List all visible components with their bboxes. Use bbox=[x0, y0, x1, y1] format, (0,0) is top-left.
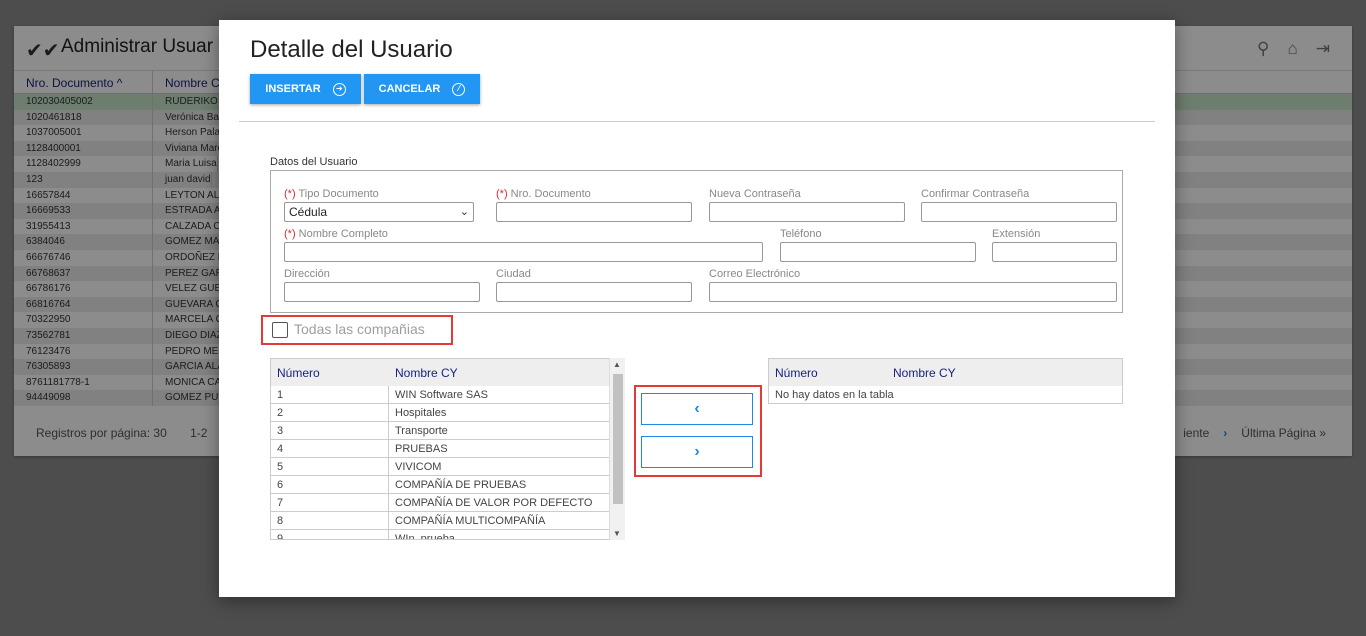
chevron-right-icon: › bbox=[694, 443, 700, 460]
table-row[interactable]: 2 Hospitales bbox=[271, 404, 624, 422]
cell-nombre-cy: WIn_prueba bbox=[395, 532, 455, 540]
confirmar-contrasena-input[interactable] bbox=[921, 202, 1117, 222]
section-label: Datos del Usuario bbox=[270, 156, 358, 168]
todas-companias-checkbox[interactable] bbox=[272, 322, 288, 338]
column-numero[interactable]: Número bbox=[271, 366, 389, 380]
confirmar-contrasena-label: Confirmar Contraseña bbox=[921, 188, 1030, 200]
arrow-circle-right-icon: ➜ bbox=[332, 82, 346, 96]
column-nombre-cy[interactable]: Nombre CY bbox=[893, 366, 956, 380]
available-companies-table: Número Nombre CY 1 WIN Software SAS 2 Hospi… bbox=[270, 358, 625, 540]
required-mark: (*) bbox=[284, 188, 296, 200]
nombre-completo-label-text: Nombre Completo bbox=[298, 228, 388, 240]
required-mark: (*) bbox=[496, 188, 508, 200]
user-detail-modal: Detalle del Usuario INSERTAR ➜ CANCELAR … bbox=[219, 20, 1175, 597]
table-row[interactable]: 9 WIn_prueba bbox=[271, 530, 624, 540]
cell-nombre-cy: WIN Software SAS bbox=[395, 388, 488, 401]
column-numero[interactable]: Número bbox=[769, 366, 893, 380]
assigned-companies-table: Número Nombre CY No hay datos en la tabl… bbox=[768, 358, 1123, 404]
cell-nombre-cy: COMPAÑÍA DE PRUEBAS bbox=[395, 478, 527, 491]
cell-numero: 6 bbox=[271, 476, 389, 493]
cell-numero: 2 bbox=[271, 404, 389, 421]
chevron-down-icon: ⌄ bbox=[459, 206, 469, 218]
nro-documento-label: (*) Nro. Documento bbox=[496, 188, 591, 200]
cell-numero: 8 bbox=[271, 512, 389, 529]
extension-label: Extensión bbox=[992, 228, 1041, 240]
todas-companias-highlight: Todas las compañias bbox=[261, 315, 453, 345]
ciudad-label: Ciudad bbox=[496, 268, 531, 280]
empty-table-message: No hay datos en la tabla bbox=[775, 389, 894, 401]
cell-numero: 9 bbox=[271, 530, 389, 539]
correo-input[interactable] bbox=[709, 282, 1117, 302]
insert-button-label: INSERTAR bbox=[265, 83, 321, 95]
table-row[interactable]: 3 Transporte bbox=[271, 422, 624, 440]
scroll-up-icon[interactable]: ▲ bbox=[613, 360, 621, 369]
cell-numero: 7 bbox=[271, 494, 389, 511]
block-icon: ⁄ bbox=[452, 82, 466, 96]
direccion-label: Dirección bbox=[284, 268, 330, 280]
scroll-down-icon[interactable]: ▼ bbox=[613, 529, 621, 538]
table-row[interactable]: 1 WIN Software SAS bbox=[271, 386, 624, 404]
direccion-input[interactable] bbox=[284, 282, 480, 302]
cell-numero: 1 bbox=[271, 386, 389, 403]
transfer-buttons-highlight: ‹ › bbox=[634, 385, 762, 477]
chevron-left-icon: ‹ bbox=[694, 400, 700, 417]
cell-nombre-cy: COMPAÑÍA DE VALOR POR DEFECTO bbox=[395, 496, 593, 509]
nro-documento-label-text: Nro. Documento bbox=[510, 188, 591, 200]
table-row[interactable]: 8 COMPAÑÍA MULTICOMPAÑÍA bbox=[271, 512, 624, 530]
assigned-table-header: Número Nombre CY bbox=[769, 359, 1122, 386]
correo-label: Correo Electrónico bbox=[709, 268, 801, 280]
todas-companias-label[interactable]: Todas las compañias bbox=[294, 321, 425, 337]
divider bbox=[239, 121, 1155, 122]
cell-nombre-cy: PRUEBAS bbox=[395, 442, 448, 455]
cell-nombre-cy: Transporte bbox=[395, 424, 448, 437]
available-table-header: Número Nombre CY bbox=[271, 359, 624, 386]
table-row[interactable]: 4 PRUEBAS bbox=[271, 440, 624, 458]
ciudad-input[interactable] bbox=[496, 282, 692, 302]
cell-numero: 3 bbox=[271, 422, 389, 439]
move-right-button[interactable]: › bbox=[641, 436, 753, 468]
nro-documento-input[interactable] bbox=[496, 202, 692, 222]
extension-input[interactable] bbox=[992, 242, 1117, 262]
tipo-documento-select[interactable]: Cédula ⌄ bbox=[284, 202, 474, 222]
table-row[interactable]: 5 VIVICOM bbox=[271, 458, 624, 476]
nombre-completo-label: (*) Nombre Completo bbox=[284, 228, 388, 240]
table-row[interactable]: 7 COMPAÑÍA DE VALOR POR DEFECTO bbox=[271, 494, 624, 512]
move-left-button[interactable]: ‹ bbox=[641, 393, 753, 425]
table-scrollbar[interactable]: ▲ ▼ bbox=[609, 358, 625, 540]
nombre-completo-input[interactable] bbox=[284, 242, 763, 262]
telefono-label: Teléfono bbox=[780, 228, 822, 240]
cell-nombre-cy: VIVICOM bbox=[395, 460, 442, 473]
cancel-button[interactable]: CANCELAR ⁄ bbox=[364, 74, 480, 104]
user-data-fieldset: (*) Tipo Documento Cédula ⌄ (*) Nro. Doc… bbox=[270, 170, 1123, 313]
cell-nombre-cy: Hospitales bbox=[395, 406, 447, 419]
tipo-documento-label-text: Tipo Documento bbox=[298, 188, 379, 200]
cell-numero: 5 bbox=[271, 458, 389, 475]
tipo-documento-label: (*) Tipo Documento bbox=[284, 188, 379, 200]
insert-button[interactable]: INSERTAR ➜ bbox=[250, 74, 361, 104]
cell-numero: 4 bbox=[271, 440, 389, 457]
scroll-thumb[interactable] bbox=[613, 374, 623, 504]
nueva-contrasena-input[interactable] bbox=[709, 202, 905, 222]
table-row[interactable]: 6 COMPAÑÍA DE PRUEBAS bbox=[271, 476, 624, 494]
nueva-contrasena-label: Nueva Contraseña bbox=[709, 188, 801, 200]
cell-nombre-cy: COMPAÑÍA MULTICOMPAÑÍA bbox=[395, 514, 546, 527]
tipo-documento-value: Cédula bbox=[289, 205, 328, 219]
required-mark: (*) bbox=[284, 228, 296, 240]
telefono-input[interactable] bbox=[780, 242, 976, 262]
cancel-button-label: CANCELAR bbox=[378, 83, 441, 95]
column-nombre-cy[interactable]: Nombre CY bbox=[389, 366, 458, 380]
modal-title: Detalle del Usuario bbox=[250, 36, 453, 63]
